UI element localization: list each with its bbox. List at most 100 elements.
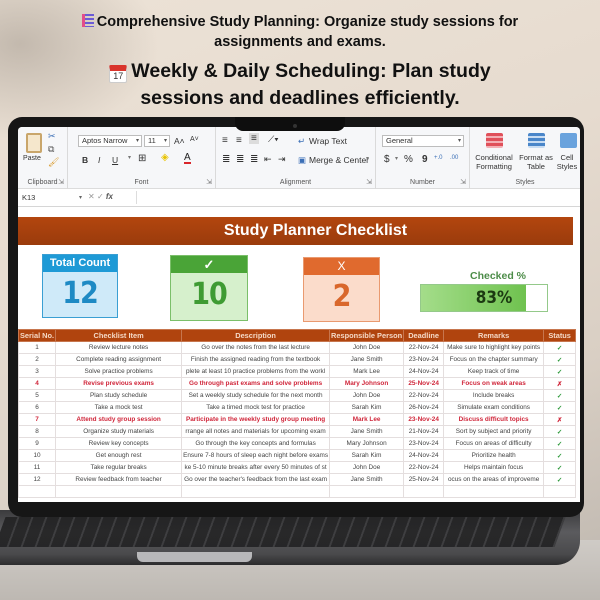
increase-indent-icon[interactable]: ⇥	[278, 154, 286, 165]
cell-remarks[interactable]: Discuss difficult topics	[443, 413, 545, 426]
cell-description[interactable]: ke 5-10 minute breaks after every 50 min…	[181, 461, 331, 474]
cell-status[interactable]: ✓	[543, 449, 577, 462]
table-row[interactable]: 4 Revise previous exams Go through past ex…	[18, 377, 577, 390]
underline-button[interactable]: U	[112, 155, 118, 165]
cell-serial[interactable]: 4	[18, 377, 57, 390]
format-painter-icon[interactable]: 🖌	[48, 157, 59, 168]
table-row[interactable]: 10 Get enough rest Ensure 7-8 hours of sle…	[18, 449, 577, 462]
cell-serial[interactable]: 1	[18, 341, 57, 354]
font-name-dropdown[interactable]: Aptos Narrow ▾	[78, 135, 142, 147]
table-row[interactable]: 7 Attend study group session Participate i…	[18, 413, 577, 426]
cell-status[interactable]: ✓	[543, 461, 577, 474]
formula-input[interactable]	[136, 191, 576, 204]
chevron-down-icon[interactable]: ▾	[366, 155, 369, 162]
cell-person[interactable]: Mark Lee	[329, 365, 405, 378]
cell-serial[interactable]: 12	[18, 473, 57, 486]
conditional-formatting-button[interactable]: Conditional Formatting	[470, 153, 518, 171]
cell-item[interactable]	[55, 485, 183, 498]
cell-serial[interactable]: 10	[18, 449, 57, 462]
cell-description[interactable]: Finish the assigned reading from the tex…	[181, 353, 331, 366]
cell-status[interactable]: ✓	[543, 389, 577, 402]
cell-person[interactable]: Jane Smith	[329, 473, 405, 486]
cell-remarks[interactable]: Keep track of time	[443, 365, 545, 378]
number-launcher-icon[interactable]: ⇲	[460, 178, 466, 186]
italic-button[interactable]: I	[98, 155, 100, 165]
cell-deadline[interactable]: 22-Nov-24	[403, 461, 445, 474]
cell-serial[interactable]: 2	[18, 353, 57, 366]
cell-description[interactable]: Set a weekly study schedule for the next…	[181, 389, 331, 402]
cut-icon[interactable]: ✂	[48, 131, 56, 142]
cell-deadline[interactable]: 23-Nov-24	[403, 353, 445, 366]
decrease-decimal-button[interactable]: .00	[450, 155, 458, 161]
format-as-table-button[interactable]: Format as Table	[518, 153, 554, 171]
cell-status[interactable]: ✓	[543, 341, 577, 354]
cell-deadline[interactable]: 22-Nov-24	[403, 389, 445, 402]
cell-serial[interactable]: 5	[18, 389, 57, 402]
cell-status[interactable]	[543, 485, 577, 498]
cell-status[interactable]: ✓	[543, 473, 577, 486]
worksheet[interactable]: Study Planner Checklist Total Count 12 ✓…	[18, 207, 580, 502]
cell-deadline[interactable]: 24-Nov-24	[403, 449, 445, 462]
cell-deadline[interactable]: 26-Nov-24	[403, 401, 445, 414]
align-right-icon[interactable]: ≣	[250, 154, 258, 165]
alignment-launcher-icon[interactable]: ⇲	[366, 178, 372, 186]
cell-deadline[interactable]: 23-Nov-24	[403, 413, 445, 426]
cell-remarks[interactable]: Include breaks	[443, 389, 545, 402]
cell-serial[interactable]: 3	[18, 365, 57, 378]
cell-deadline[interactable]: 25-Nov-24	[403, 377, 445, 390]
table-row[interactable]: 6 Take a mock test Take a timed mock test …	[18, 401, 577, 414]
enter-icon[interactable]: ✓	[97, 192, 104, 201]
column-header-item[interactable]: Checklist Item	[55, 329, 183, 342]
decrease-indent-icon[interactable]: ⇤	[264, 154, 272, 165]
align-bottom-icon[interactable]: ≡	[249, 133, 259, 144]
cell-item[interactable]: Organize study materials	[55, 425, 183, 438]
cell-person[interactable]: John Doe	[329, 461, 405, 474]
percent-button[interactable]: %	[404, 154, 413, 165]
cell-item[interactable]: Complete reading assignment	[55, 353, 183, 366]
font-launcher-icon[interactable]: ⇲	[206, 178, 212, 186]
cell-person[interactable]: Sarah Kim	[329, 449, 405, 462]
table-row[interactable]: 5 Plan study schedule Set a weekly study s…	[18, 389, 577, 402]
chevron-down-icon[interactable]: ▾	[128, 154, 131, 161]
cell-item[interactable]: Revise previous exams	[55, 377, 183, 390]
font-size-dropdown[interactable]: 11 ▾	[144, 135, 170, 147]
table-row[interactable]: 1 Review lecture notes Go over the notes f…	[18, 341, 577, 354]
font-color-icon[interactable]: A	[184, 153, 191, 164]
cell-deadline[interactable]: 24-Nov-24	[403, 365, 445, 378]
paste-button[interactable]: Paste	[23, 155, 41, 162]
cell-description[interactable]	[181, 485, 331, 498]
cell-remarks[interactable]: Focus on the chapter summary	[443, 353, 545, 366]
cell-remarks[interactable]: Helps maintain focus	[443, 461, 545, 474]
cell-person[interactable]: Mary Johnson	[329, 437, 405, 450]
cell-item[interactable]: Solve practice problems	[55, 365, 183, 378]
cell-serial[interactable]: 7	[18, 413, 57, 426]
cell-description[interactable]: Go over the notes from the last lecture	[181, 341, 331, 354]
cancel-icon[interactable]: ✕	[88, 192, 95, 201]
merge-center-button[interactable]: Merge & Center	[309, 155, 369, 165]
cell-description[interactable]: Go over the teacher's feedback from the …	[181, 473, 331, 486]
align-top-icon[interactable]: ≡	[222, 135, 228, 146]
cell-person[interactable]	[329, 485, 405, 498]
cell-item[interactable]: Get enough rest	[55, 449, 183, 462]
cell-remarks[interactable]: Make sure to highlight key points	[443, 341, 545, 354]
name-box[interactable]: K13 ▾	[22, 192, 84, 204]
cell-status[interactable]: ✓	[543, 401, 577, 414]
wrap-text-button[interactable]: Wrap Text	[309, 136, 347, 146]
table-row[interactable]: 11 Take regular breaks ke 5-10 minute brea…	[18, 461, 577, 474]
cell-deadline[interactable]: 22-Nov-24	[403, 341, 445, 354]
cell-remarks[interactable]: Prioritize health	[443, 449, 545, 462]
cell-deadline[interactable]: 25-Nov-24	[403, 473, 445, 486]
table-row[interactable]: 8 Organize study materials rrange all note…	[18, 425, 577, 438]
table-row[interactable]: 12 Review feedback from teacher Go over th…	[18, 473, 577, 486]
column-header-description[interactable]: Description	[181, 329, 331, 342]
cell-person[interactable]: John Doe	[329, 389, 405, 402]
cell-item[interactable]: Review feedback from teacher	[55, 473, 183, 486]
column-header-remarks[interactable]: Remarks	[443, 329, 545, 342]
cell-description[interactable]: Participate in the weekly study group me…	[181, 413, 331, 426]
cell-status[interactable]: ✓	[543, 425, 577, 438]
number-format-dropdown[interactable]: General ▾	[382, 135, 464, 147]
cell-description[interactable]: Take a timed mock test for practice	[181, 401, 331, 414]
align-middle-icon[interactable]: ≡	[236, 135, 242, 146]
cell-status[interactable]: ✓	[543, 353, 577, 366]
cell-item[interactable]: Take regular breaks	[55, 461, 183, 474]
